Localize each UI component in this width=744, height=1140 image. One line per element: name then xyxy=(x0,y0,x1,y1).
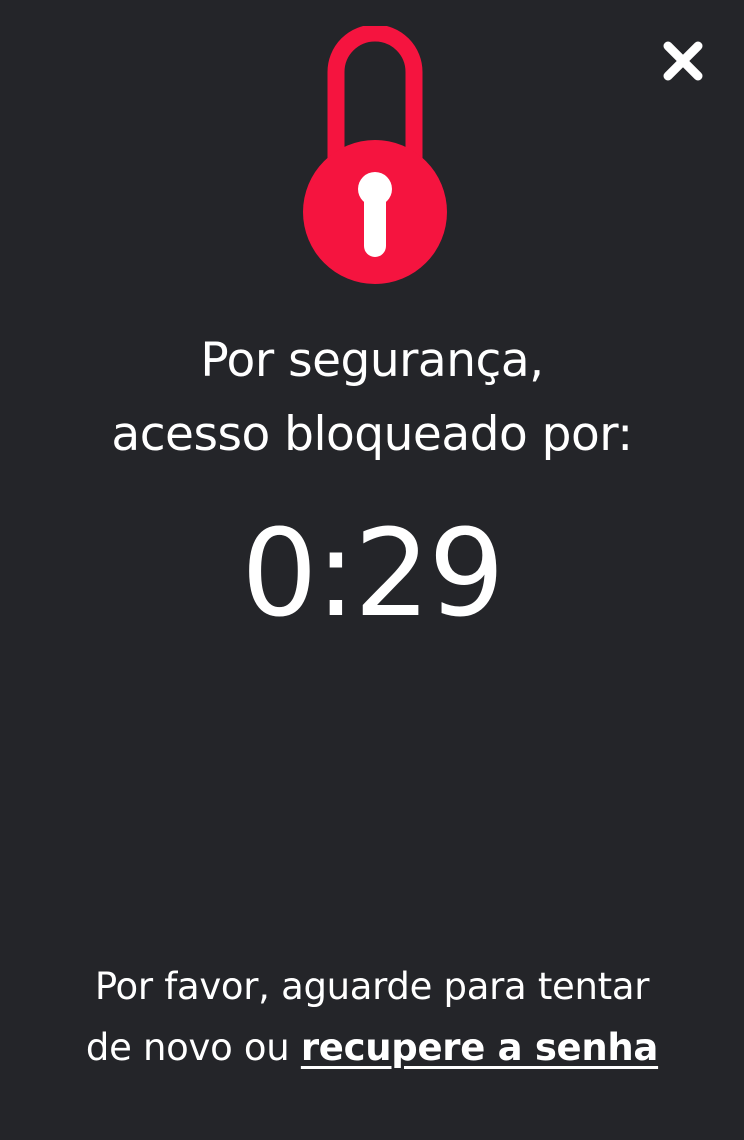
footer-message-prefix: de novo ou xyxy=(85,1026,301,1069)
close-icon xyxy=(663,41,703,81)
footer-message-line-1: Por favor, aguarde para tentar xyxy=(94,965,650,1008)
lockout-message-line-2: acesso bloqueado por: xyxy=(111,407,633,462)
lockout-message-line-1: Por segurança, xyxy=(200,333,544,388)
lockout-screen: Por segurança, acesso bloqueado por: 0:2… xyxy=(0,0,744,1140)
lockout-message: Por segurança, acesso bloqueado por: xyxy=(0,324,744,472)
padlock-icon xyxy=(298,26,452,288)
close-button[interactable] xyxy=(656,34,710,88)
countdown-timer: 0:29 xyxy=(241,505,504,644)
recover-password-link[interactable]: recupere a senha xyxy=(301,1026,659,1069)
footer-message: Por favor, aguarde para tentar de novo o… xyxy=(20,956,724,1078)
footer-message-line-2: de novo ou recupere a senha xyxy=(20,1017,724,1078)
